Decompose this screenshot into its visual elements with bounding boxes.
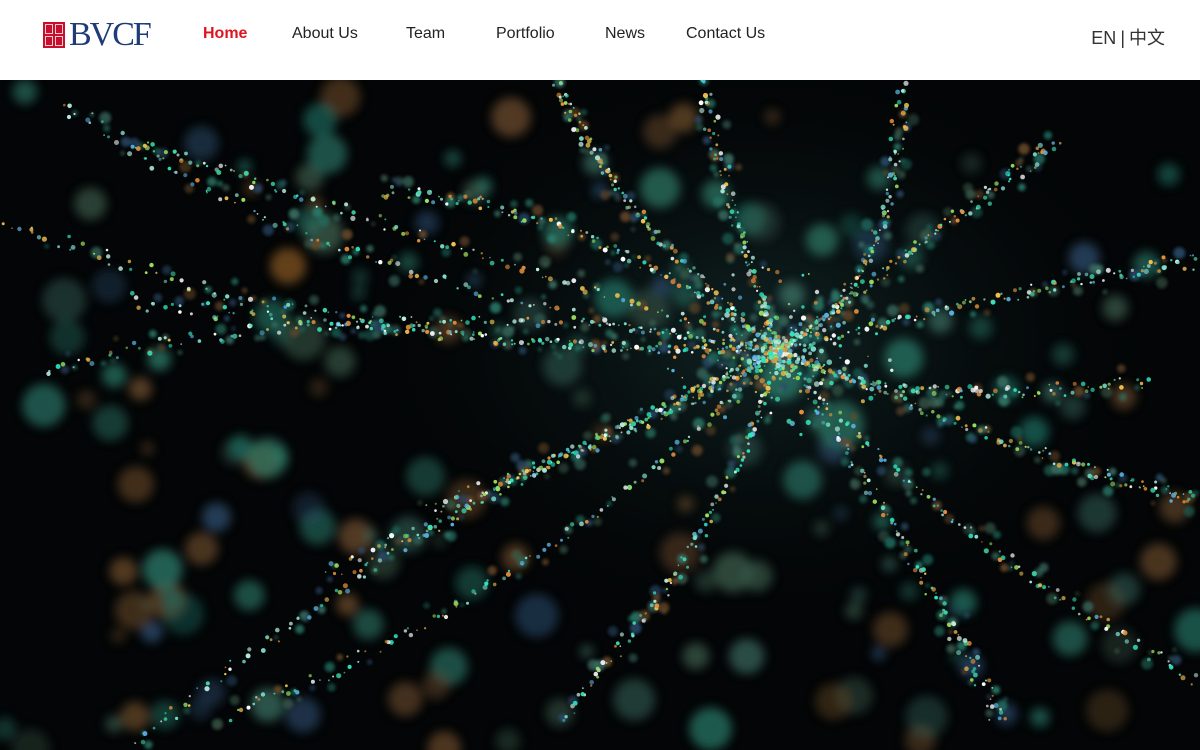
nav-contact-us[interactable]: Contact Us — [686, 25, 765, 43]
language-switcher: EN | 中文 — [1091, 24, 1165, 50]
hero-banner — [0, 80, 1200, 750]
seal-icon — [43, 22, 65, 48]
nav-home[interactable]: Home — [203, 25, 247, 43]
lang-separator: | — [1120, 28, 1125, 48]
neuron-particles-image — [0, 80, 1200, 750]
lang-zh[interactable]: 中文 — [1129, 28, 1165, 48]
nav-portfolio[interactable]: Portfolio — [496, 25, 555, 43]
nav-about-us[interactable]: About Us — [292, 25, 358, 43]
brand-logo[interactable]: BVCF — [43, 16, 152, 53]
logo-text: BVCF — [69, 16, 152, 53]
nav-team[interactable]: Team — [406, 25, 445, 43]
lang-en[interactable]: EN — [1091, 28, 1116, 48]
nav-news[interactable]: News — [605, 25, 645, 43]
site-header: BVCF Home About Us Team Portfolio News C… — [0, 0, 1200, 80]
